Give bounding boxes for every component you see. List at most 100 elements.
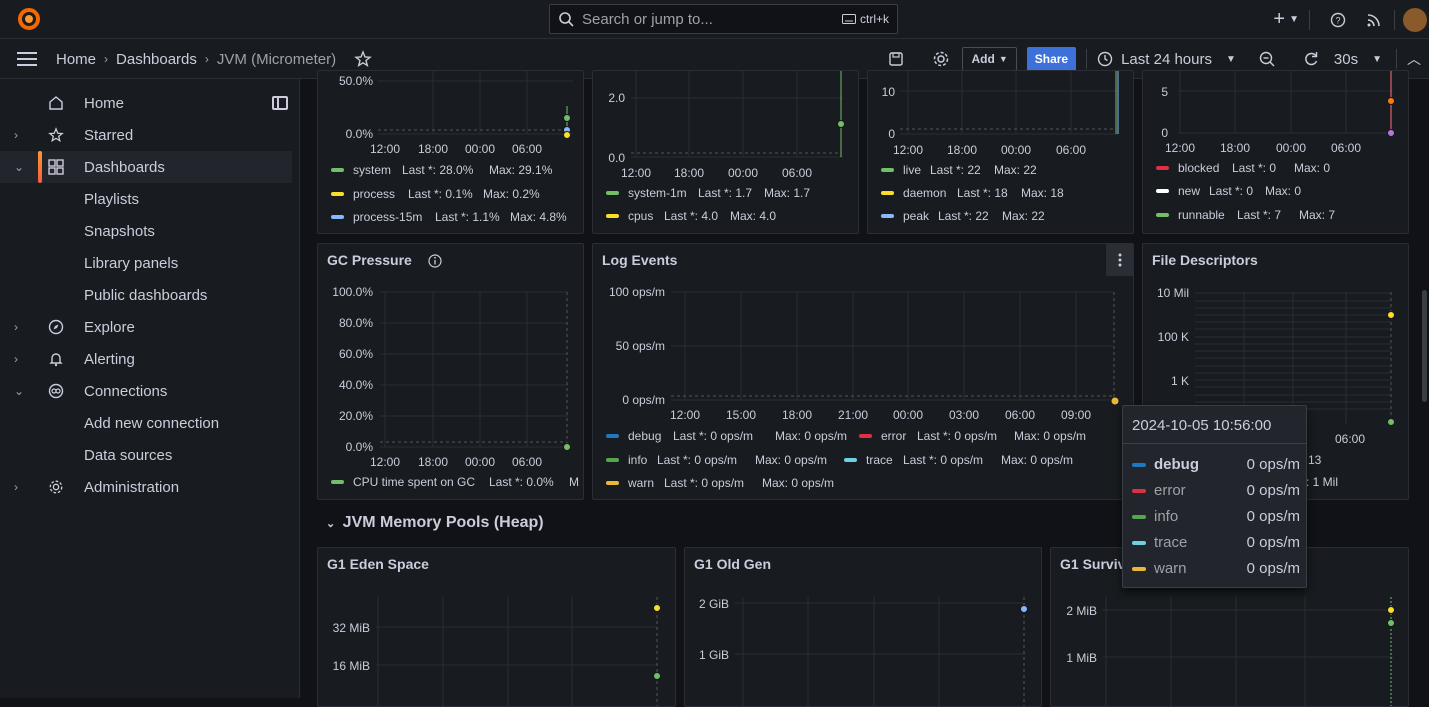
legend-name[interactable]: system-1m — [628, 186, 687, 200]
divider — [1309, 9, 1310, 30]
y-tick: 100 K — [1158, 330, 1189, 344]
legend-name[interactable]: error — [881, 429, 906, 443]
legend-last: Last *: 22 — [938, 209, 989, 223]
sidebar-item-snapshots[interactable]: Snapshots — [0, 215, 292, 247]
x-tick: 18:00 — [782, 408, 812, 422]
chevron-right-icon[interactable]: › — [14, 480, 18, 494]
chevron-up-icon[interactable]: ︿ — [1407, 49, 1421, 69]
sidebar-item-explore[interactable]: › Explore — [0, 311, 292, 343]
time-range-picker[interactable]: Last 24 hours ▼ — [1097, 51, 1236, 68]
chevron-down-icon[interactable]: ▼ — [1289, 14, 1299, 25]
row-header-jvm-memory-pools[interactable]: ⌄ JVM Memory Pools (Heap) — [326, 514, 544, 532]
sidebar-item-public-dashboards[interactable]: Public dashboards — [0, 279, 292, 311]
legend-name[interactable]: debug — [628, 429, 661, 443]
chevron-down-icon[interactable]: ⌄ — [14, 384, 24, 398]
help-icon[interactable]: ? — [1330, 12, 1346, 28]
y-tick: 40.0% — [339, 378, 373, 392]
legend-name[interactable]: process — [353, 187, 395, 201]
legend-swatch — [1156, 166, 1169, 170]
chevron-right-icon[interactable]: › — [14, 352, 18, 366]
gc-pressure-panel[interactable]: GC Pressure 100.0% 80.0% 60.0% 40.0% 20.… — [317, 243, 584, 500]
sidebar-item-connections[interactable]: ⌄ Connections — [0, 375, 292, 407]
legend-fragment: 13 — [1308, 453, 1322, 467]
sidebar-item-administration[interactable]: › Administration — [0, 471, 292, 503]
new-plus-icon[interactable]: + — [1273, 8, 1285, 31]
sidebar-item-home[interactable]: Home — [0, 87, 292, 119]
legend-name[interactable]: live — [903, 163, 921, 177]
zoom-out-icon[interactable] — [1258, 50, 1276, 68]
legend-name[interactable]: trace — [866, 453, 893, 467]
gc-pressure-chart: 100.0% 80.0% 60.0% 40.0% 20.0% 0.0% 12:0… — [331, 285, 579, 489]
scrollbar[interactable] — [1422, 290, 1427, 402]
sidebar-item-playlists[interactable]: Playlists — [0, 183, 292, 215]
sidebar-item-alerting[interactable]: › Alerting — [0, 343, 292, 375]
menu-icon[interactable] — [17, 51, 39, 67]
legend-swatch — [1132, 462, 1146, 467]
add-button[interactable]: Add ▼ — [962, 47, 1017, 71]
y-tick: 0 ops/m — [622, 393, 665, 407]
legend-name[interactable]: daemon — [903, 186, 946, 200]
sidebar-item-starred[interactable]: › Starred — [0, 119, 292, 151]
legend-name[interactable]: blocked — [1178, 161, 1219, 175]
legend-name[interactable]: info — [628, 453, 648, 467]
data-point — [563, 443, 571, 451]
threads-panel[interactable]: 10 0 12:00 18:00 00:00 06:00 live Last *… — [867, 70, 1134, 234]
chevron-right-icon[interactable]: › — [14, 128, 18, 142]
y-tick: 100.0% — [332, 285, 373, 299]
avatar[interactable] — [1403, 7, 1427, 32]
y-tick: 50 ops/m — [616, 339, 665, 353]
cpu-usage-panel[interactable]: 50.0% 0.0% 12:00 18:00 00:00 06:00 syste… — [317, 70, 584, 234]
legend-max: Max: 22 — [994, 163, 1037, 177]
grafana-logo-icon[interactable] — [17, 7, 41, 31]
chevron-down-icon[interactable]: ⌄ — [14, 160, 24, 174]
save-icon[interactable] — [888, 51, 904, 67]
bell-icon — [47, 350, 65, 368]
rss-news-icon[interactable] — [1366, 12, 1382, 28]
breadcrumb-home[interactable]: Home — [56, 51, 96, 68]
x-tick: 12:00 — [1165, 141, 1195, 155]
x-tick: 00:00 — [1276, 141, 1306, 155]
legend-last: Last *: 0 ops/m — [664, 476, 744, 490]
sidebar-item-data-sources[interactable]: Data sources — [0, 439, 292, 471]
data-point — [1020, 605, 1028, 613]
legend-name[interactable]: peak — [903, 209, 930, 223]
chevron-right-icon: › — [104, 52, 109, 66]
legend-name[interactable]: runnable — [1178, 208, 1225, 222]
log-events-panel[interactable]: Log Events 100 ops/m 50 ops/m 0 ops/m 12… — [592, 243, 1134, 500]
data-point — [1387, 606, 1395, 614]
sidebar-item-add-new-connection[interactable]: Add new connection — [0, 407, 292, 439]
legend-name[interactable]: cpus — [628, 209, 653, 223]
chevron-down-icon: ▼ — [1226, 53, 1236, 65]
refresh-icon[interactable] — [1302, 50, 1320, 68]
legend-max: Max: 0 ops/m — [762, 476, 834, 490]
y-tick: 2 GiB — [699, 597, 729, 611]
sidebar-item-library-panels[interactable]: Library panels — [0, 247, 292, 279]
g1-eden-chart: 32 MiB 16 MiB — [333, 597, 661, 706]
g1-eden-space-panel[interactable]: G1 Eden Space 32 MiB 16 MiB — [317, 547, 676, 707]
thread-states-panel[interactable]: 5 0 12:00 18:00 00:00 06:00 blocked Last… — [1142, 70, 1409, 234]
dashboards-icon — [47, 158, 65, 176]
legend-name[interactable]: system — [353, 163, 391, 177]
chevron-right-icon[interactable]: › — [14, 320, 18, 334]
data-point — [1387, 418, 1395, 426]
legend-max: Max: 0 — [1294, 161, 1330, 175]
svg-text:?: ? — [1335, 15, 1340, 25]
breadcrumb-dashboards[interactable]: Dashboards — [116, 51, 197, 68]
refresh-interval-picker[interactable]: 30s ▼ — [1334, 51, 1382, 68]
legend-name[interactable]: process-15m — [353, 210, 422, 224]
legend-name[interactable]: CPU time spent on GC — [353, 475, 475, 489]
load-panel[interactable]: 2.0 0.0 12:00 18:00 00:00 06:00 system-1… — [592, 70, 859, 234]
x-tick: 03:00 — [949, 408, 979, 422]
settings-gear-icon[interactable] — [932, 50, 950, 68]
y-tick: 50.0% — [339, 74, 373, 88]
search-input[interactable]: Search or jump to... ctrl+k — [549, 4, 898, 34]
star-icon[interactable] — [354, 50, 372, 68]
share-button[interactable]: Share — [1026, 47, 1077, 71]
chevron-down-icon: ▼ — [998, 54, 1008, 64]
sidebar-item-dashboards[interactable]: ⌄ Dashboards — [0, 151, 292, 183]
g1-old-gen-panel[interactable]: G1 Old Gen 2 GiB 1 GiB — [684, 547, 1042, 707]
legend-name[interactable]: warn — [627, 476, 654, 490]
star-icon — [47, 126, 65, 144]
legend-name[interactable]: new — [1178, 184, 1200, 198]
y-tick: 100 ops/m — [609, 285, 665, 299]
